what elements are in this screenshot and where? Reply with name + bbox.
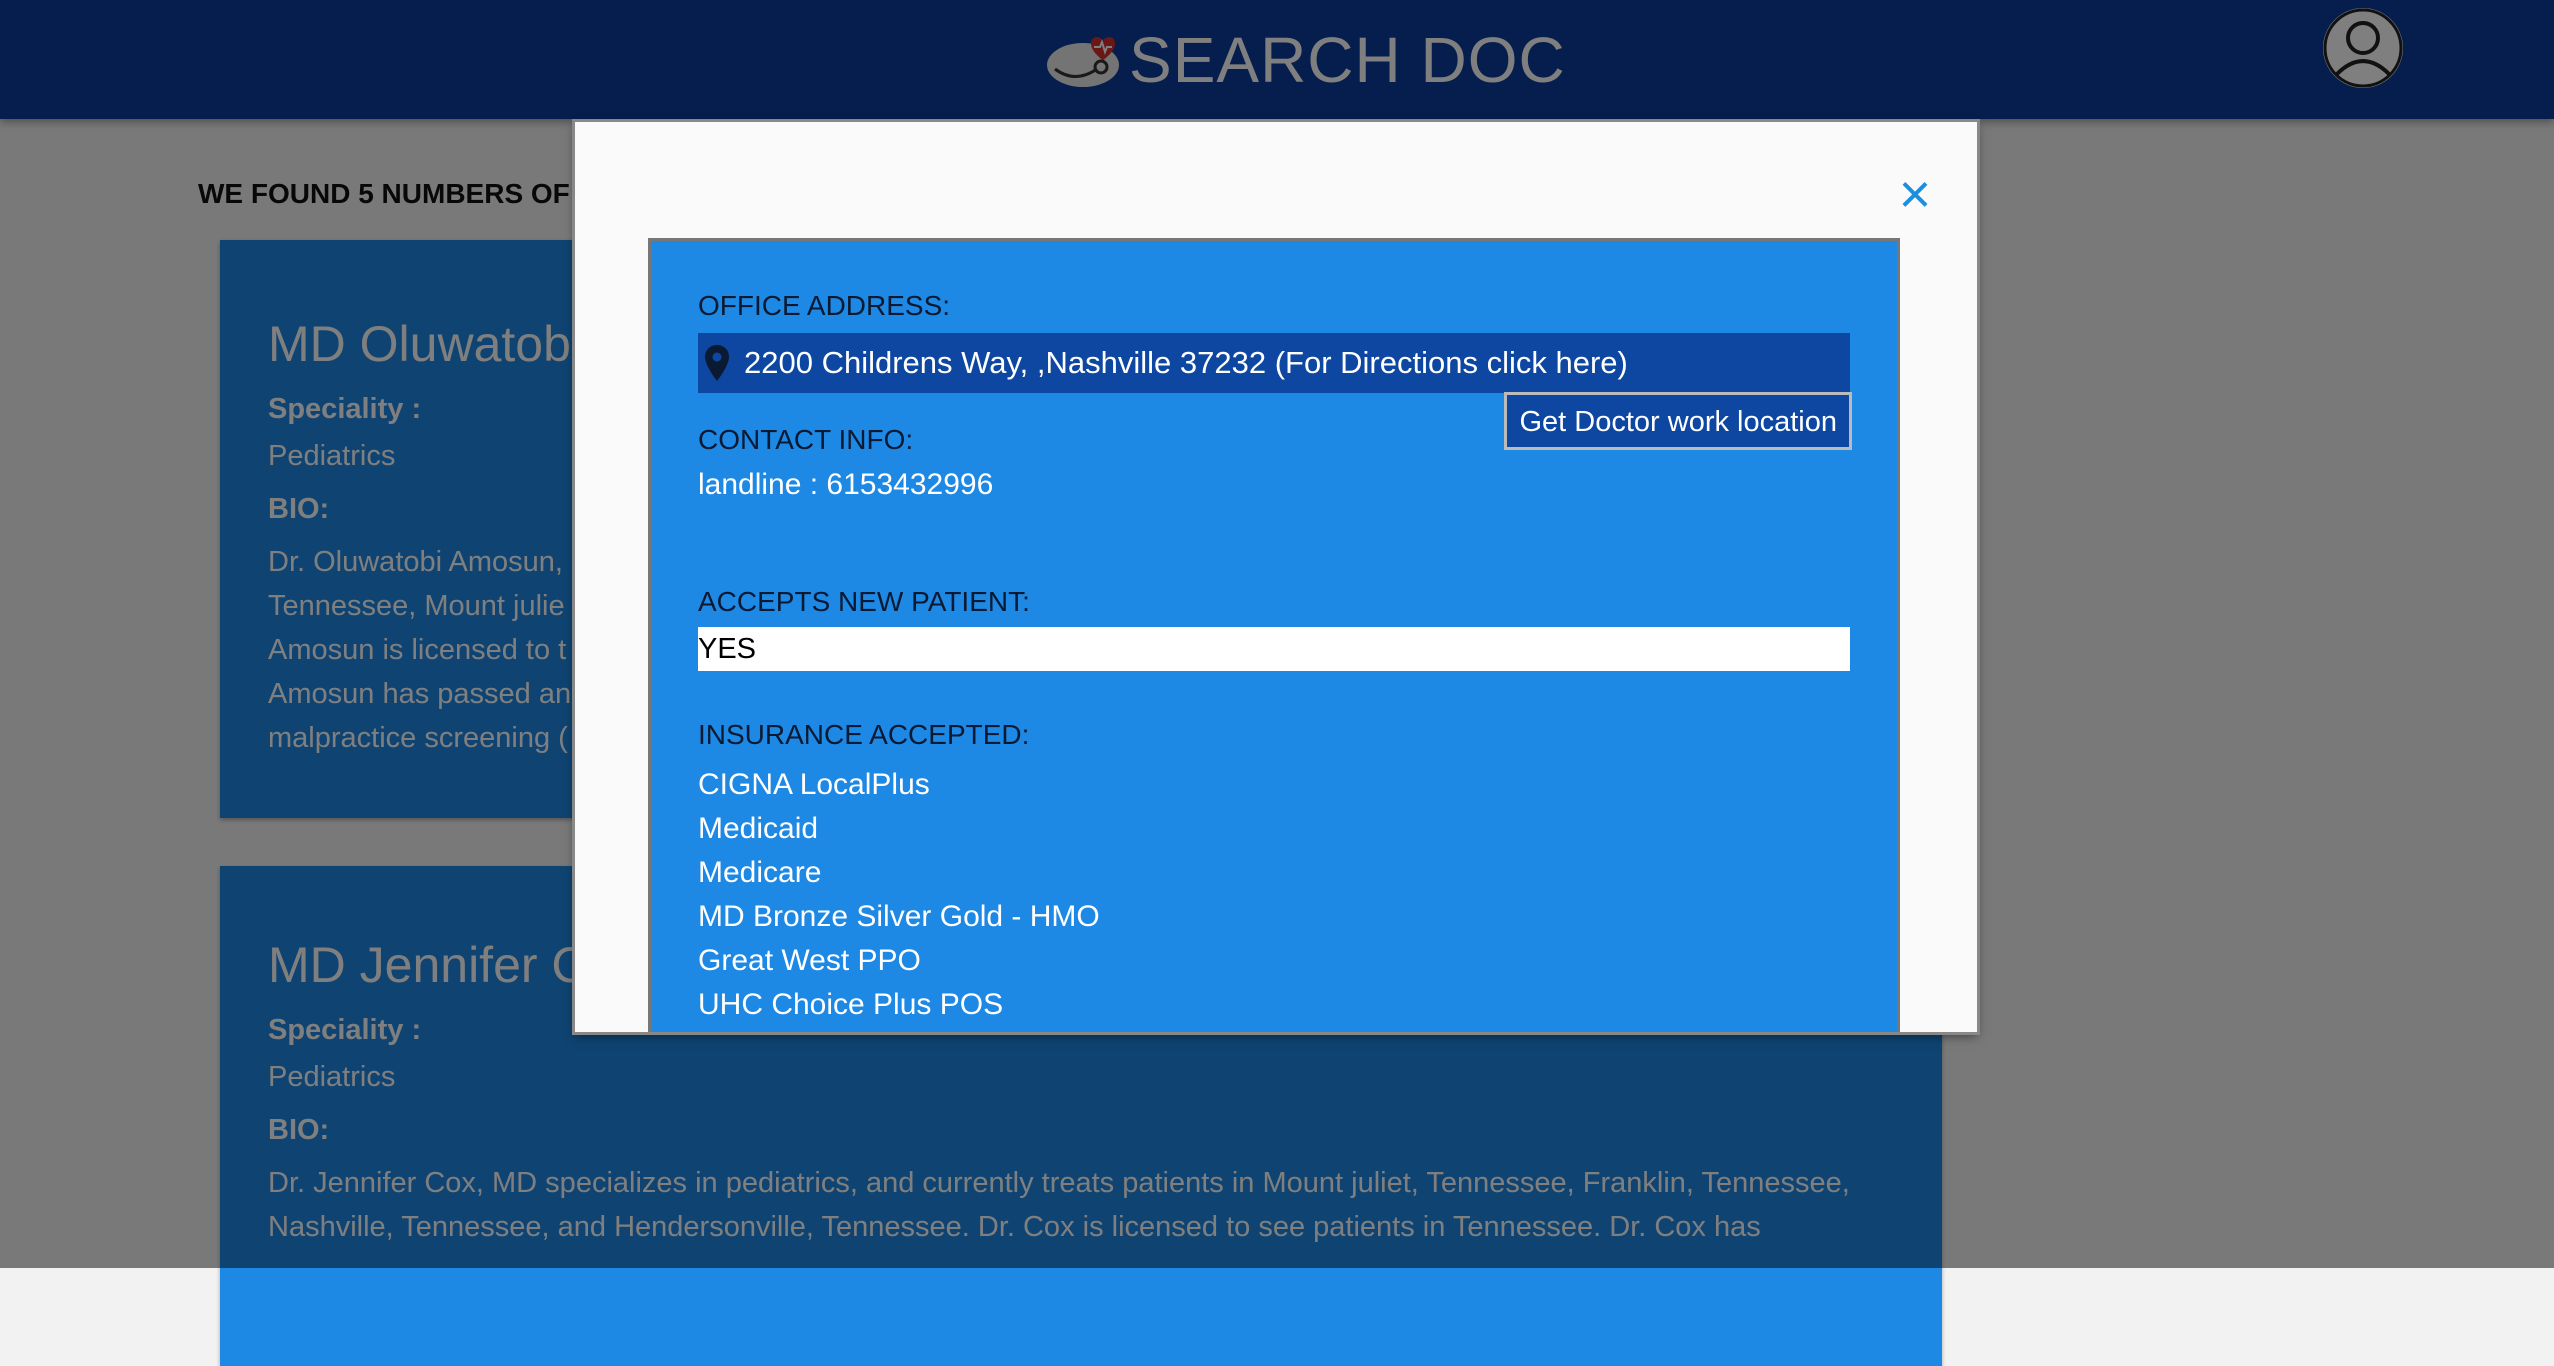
contact-value: landline : 6153432996 <box>698 468 994 501</box>
insurance-list: CIGNA LocalPlus Medicaid Medicare MD Bro… <box>698 763 1100 1027</box>
insurance-item: Great West PPO <box>698 944 921 977</box>
office-address-label: OFFICE ADDRESS: <box>698 290 951 321</box>
accepts-new-patient-value: YES <box>698 627 1850 671</box>
insurance-item: MD Bronze Silver Gold - HMO <box>698 900 1100 933</box>
close-icon[interactable]: × <box>1893 166 1937 222</box>
insurance-item: UHC Choice Plus POS <box>698 988 1004 1021</box>
accepts-new-patient-label: ACCEPTS NEW PATIENT: <box>698 586 1030 617</box>
insurance-item: Medicare <box>698 856 822 889</box>
modal-content: OFFICE ADDRESS: 2200 Childrens Way, ,Nas… <box>648 238 1900 1032</box>
insurance-item: CIGNA LocalPlus <box>698 768 930 801</box>
location-pin-icon <box>705 345 729 381</box>
contact-info-label: CONTACT INFO: <box>698 424 914 455</box>
directions-link[interactable]: 2200 Childrens Way, ,Nashville 37232 (Fo… <box>744 345 1628 381</box>
address-bar[interactable]: 2200 Childrens Way, ,Nashville 37232 (Fo… <box>698 333 1850 393</box>
insurance-accepted-label: INSURANCE ACCEPTED: <box>698 719 1030 750</box>
insurance-item: Medicaid <box>698 812 819 845</box>
doctor-details-modal: × OFFICE ADDRESS: 2200 Childrens Way, ,N… <box>575 122 1977 1032</box>
get-work-location-button[interactable]: Get Doctor work location <box>1504 392 1852 450</box>
